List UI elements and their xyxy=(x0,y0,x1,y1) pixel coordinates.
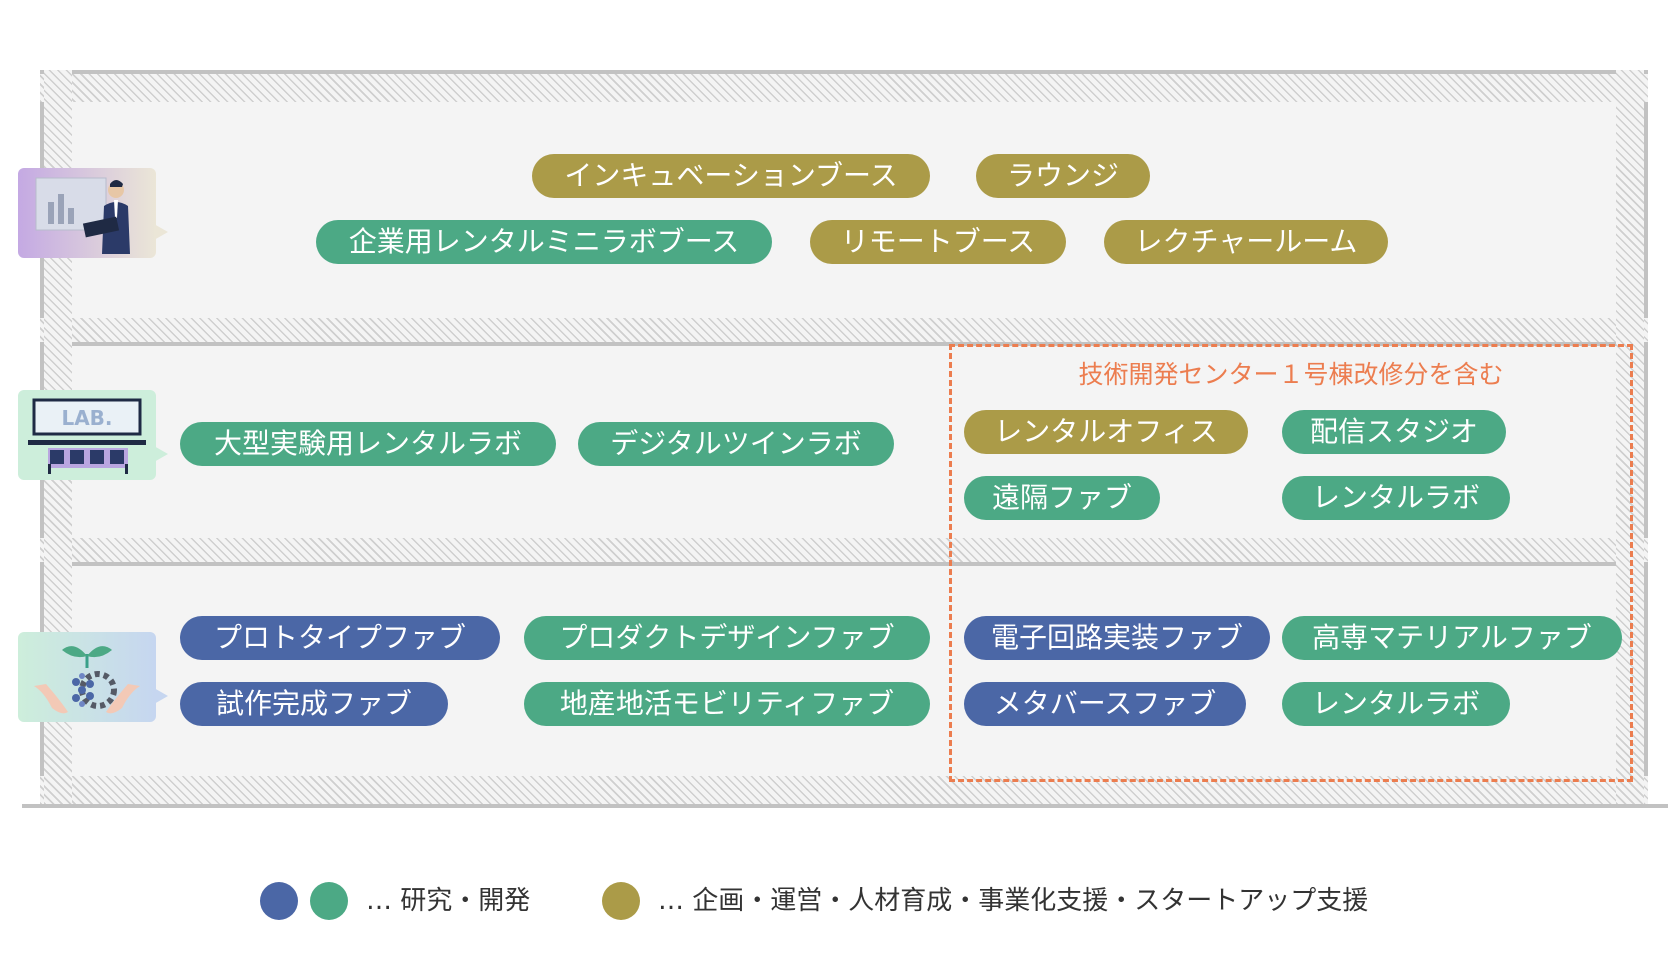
roof-slab xyxy=(40,74,1648,102)
pill-metaverse-fab: メタバースファブ xyxy=(964,682,1246,726)
pill-product-design-fab: プロダクトデザインファブ xyxy=(524,616,930,660)
legend-research-text: … 研究・開発 xyxy=(366,886,531,916)
presenter-icon xyxy=(18,168,168,258)
presenter-illustration xyxy=(35,177,130,254)
legend-planning-text: … 企画・運営・人材育成・事業化支援・スタートアップ支援 xyxy=(658,886,1369,916)
pill-rental-lab-middle: レンタルラボ xyxy=(1282,476,1510,520)
pill-prototype-fab: プロトタイプファブ xyxy=(180,616,500,660)
pill-kosen-material-fab: 高専マテリアルファブ xyxy=(1282,616,1622,660)
pill-local-mobility-fab: 地産地活モビリティファブ xyxy=(524,682,930,726)
ground-line xyxy=(22,804,1668,808)
pill-incubation-booth: インキュベーションブース xyxy=(532,154,930,198)
pill-electronic-circuit-fab: 電子回路実装ファブ xyxy=(964,616,1270,660)
pill-trial-completion-fab: 試作完成ファブ xyxy=(180,682,448,726)
pill-large-rental-lab: 大型実験用レンタルラボ xyxy=(180,422,556,466)
pill-digital-twin-lab: デジタルツインラボ xyxy=(578,422,894,466)
pill-lounge: ラウンジ xyxy=(976,154,1150,198)
renovation-highlight-label: 技術開発センター１号棟改修分を含む xyxy=(1078,360,1504,389)
legend-dot-gold xyxy=(602,882,640,920)
pill-corporate-mini-lab-booth: 企業用レンタルミニラボブース xyxy=(316,220,772,264)
pill-streaming-studio: 配信スタジオ xyxy=(1282,410,1506,454)
pill-remote-fab: 遠隔ファブ xyxy=(964,476,1160,520)
innovation-icon xyxy=(18,632,168,722)
pill-rental-office: レンタルオフィス xyxy=(964,410,1248,454)
pill-rental-lab-bottom: レンタルラボ xyxy=(1282,682,1510,726)
innovation-illustration xyxy=(34,646,140,714)
lab-illustration: LAB. xyxy=(28,398,146,474)
legend-dot-green xyxy=(310,882,348,920)
pill-lecture-room: レクチャールーム xyxy=(1104,220,1388,264)
pill-remote-booth: リモートブース xyxy=(810,220,1066,264)
lab-icon: LAB. xyxy=(18,390,168,480)
legend-dot-blue xyxy=(260,882,298,920)
svg-text:LAB.: LAB. xyxy=(61,406,112,430)
